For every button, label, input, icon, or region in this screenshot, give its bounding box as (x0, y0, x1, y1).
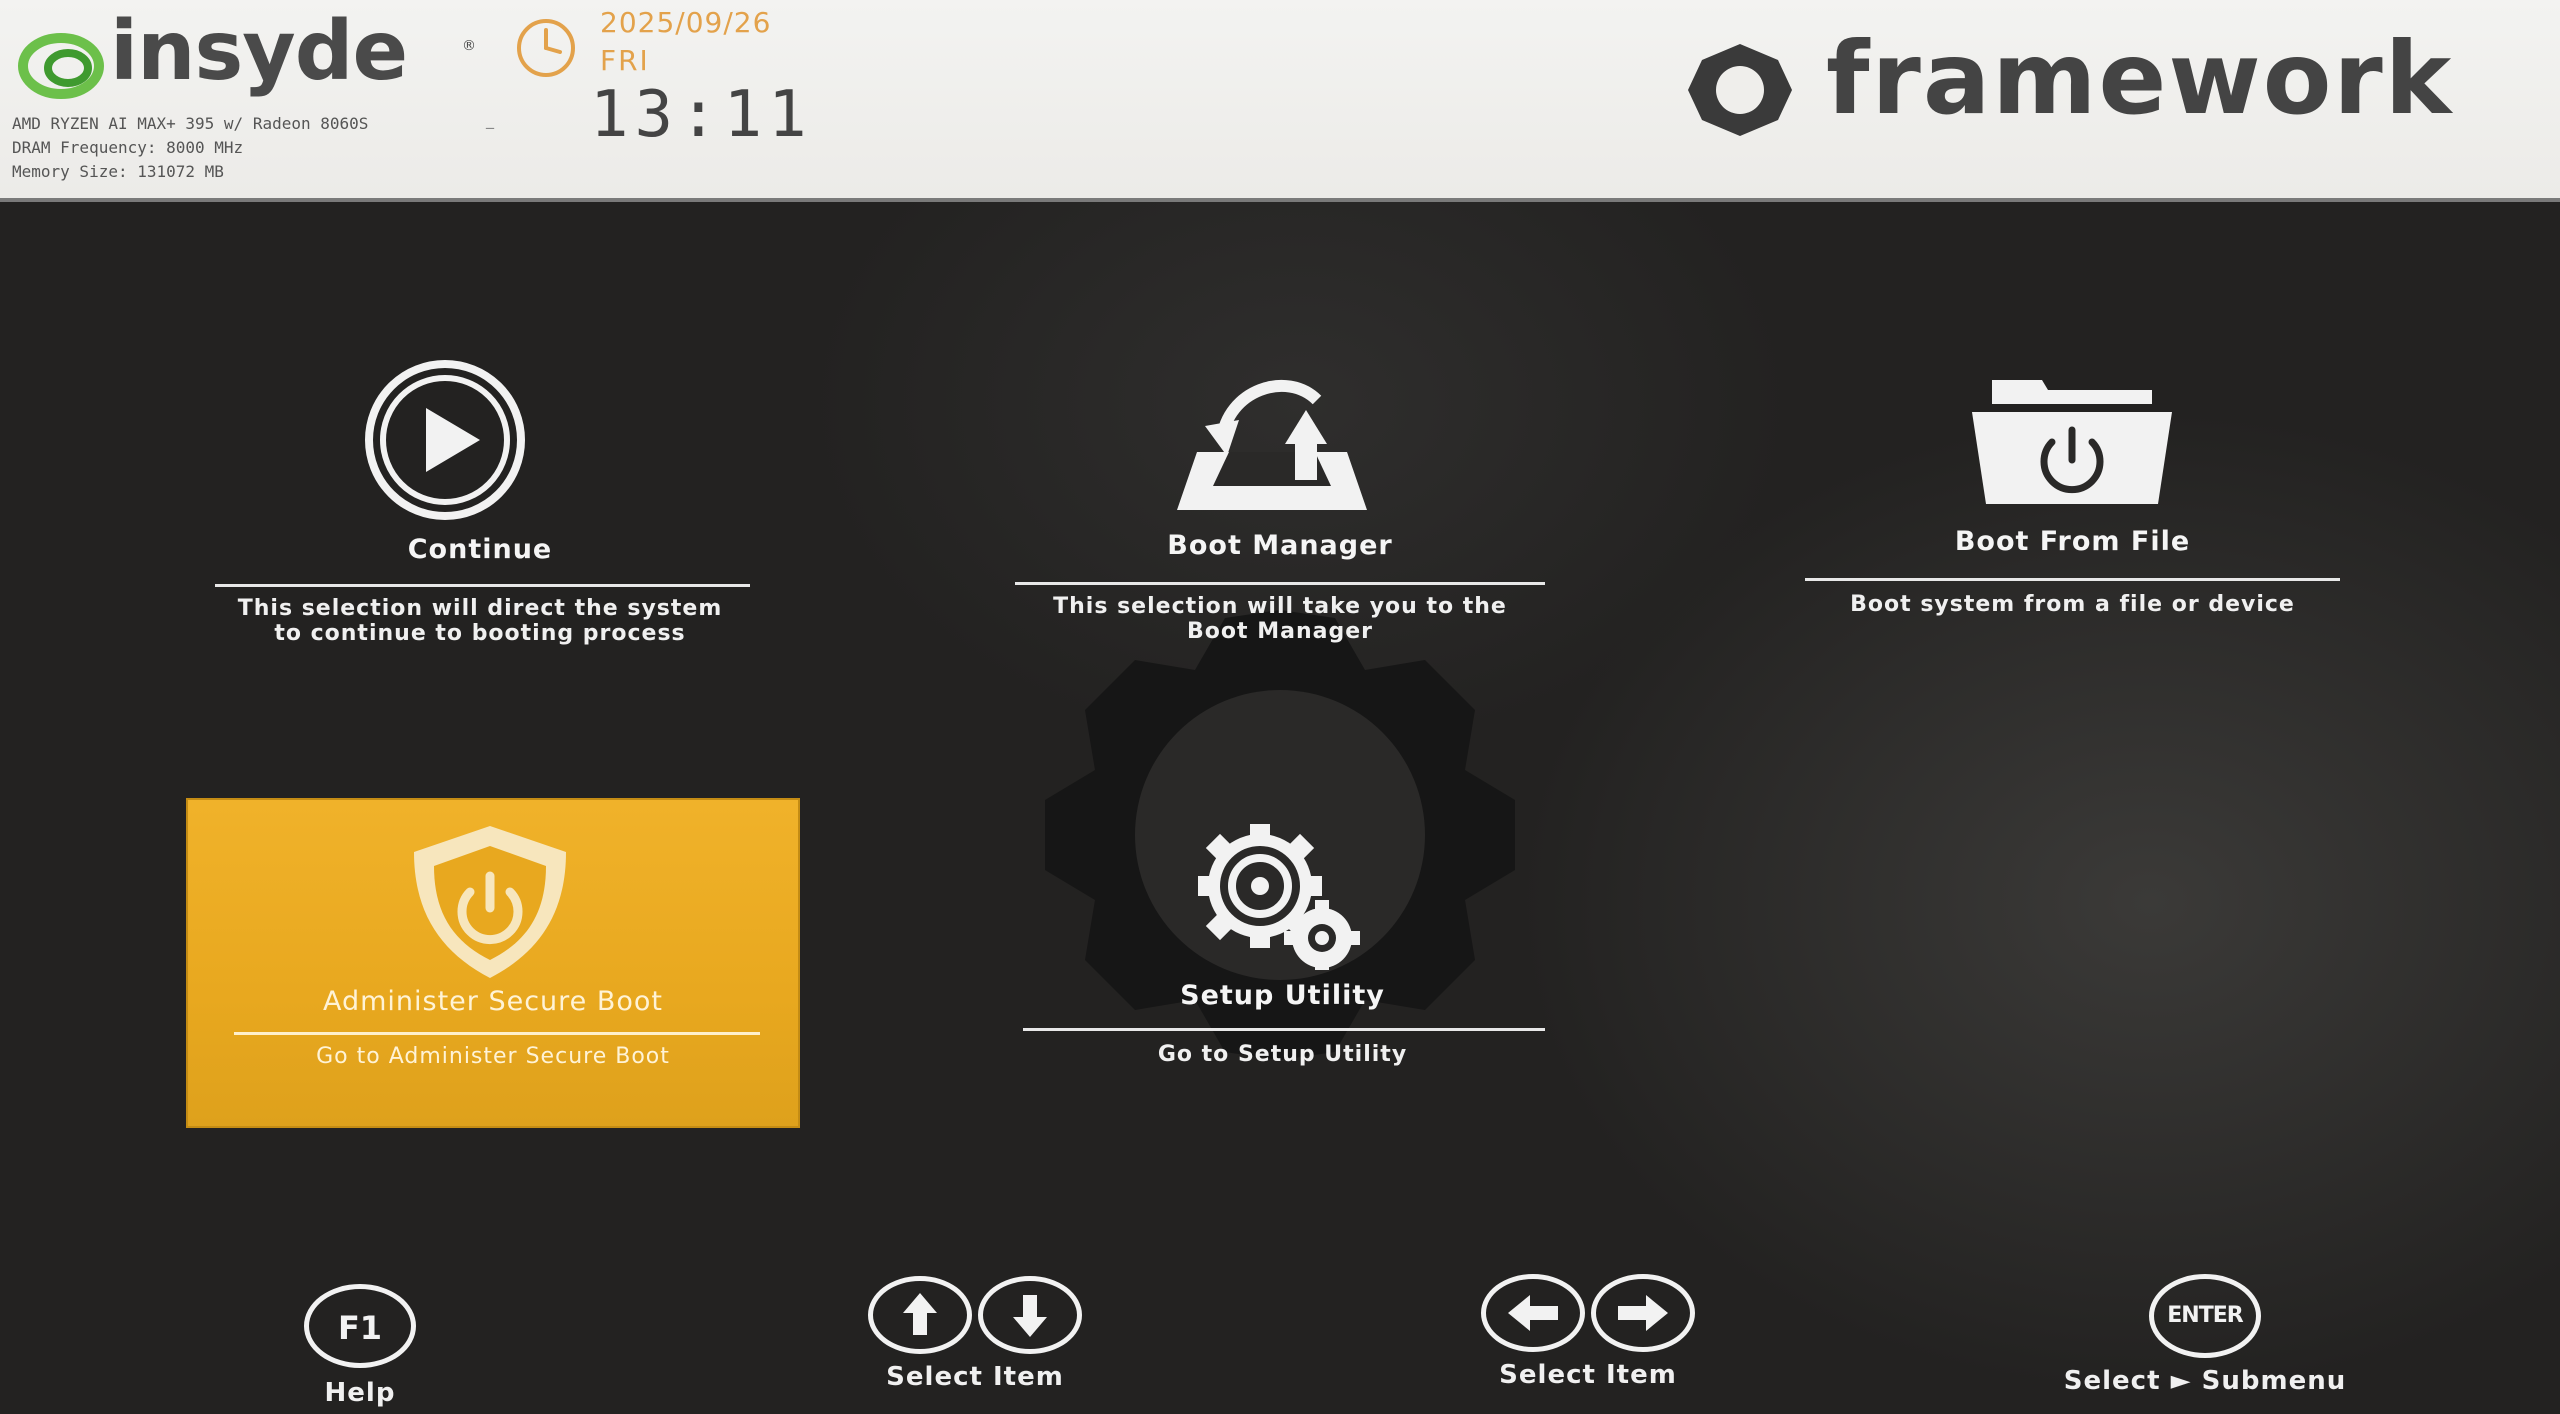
setup-utility-description-line-1: Go to Setup Utility (1157, 1042, 1408, 1067)
boot-from-file-tile[interactable]: Boot From File Boot system from a file o… (1805, 360, 2340, 660)
clock-icon (517, 19, 575, 77)
boot-manager-tile[interactable]: Boot Manager This selection will take yo… (1015, 360, 1545, 660)
setup-utility-description: Go to Setup Utility (1020, 1042, 1545, 1067)
select-item-vertical-label: Select Item (886, 1362, 1064, 1392)
registered-mark: ® (462, 38, 476, 54)
arrow-left-icon (1508, 1295, 1558, 1331)
time-display: 13:11 (590, 78, 813, 152)
select-item-horizontal-label: Select Item (1499, 1360, 1677, 1390)
day-display: FRI (600, 44, 650, 77)
administer-secure-boot-description-line-1: Go to Administer Secure Boot (316, 1044, 670, 1069)
select-item-horizontal-hint[interactable]: Select Item (1468, 1274, 1708, 1390)
enter-key[interactable]: ENTER (2149, 1274, 2261, 1358)
header-bar: insyde ® AMD RYZEN AI MAX+ 395 w/ Radeon… (0, 0, 2560, 202)
continue-tile[interactable]: Continue This selection will direct the … (210, 360, 750, 660)
continue-title: Continue (407, 534, 553, 565)
enter-hint[interactable]: ENTER Select ► Submenu (2040, 1274, 2370, 1396)
shield-power-icon (414, 826, 566, 978)
arrow-down-key[interactable] (978, 1276, 1082, 1354)
boot-manager-description: This selection will take you to the Boot… (1015, 594, 1545, 644)
gears-icon (1198, 824, 1360, 970)
setup-utility-tile[interactable]: Setup Utility Go to Setup Utility (1020, 820, 1545, 1090)
continue-description-line-2: to continue to booting process (274, 621, 686, 646)
enter-label: Select ► Submenu (2063, 1366, 2347, 1396)
boot-manager-description-line-1: This selection will take you to the (1053, 594, 1507, 619)
continue-description: This selection will direct the system to… (210, 596, 750, 646)
arrow-down-icon (1013, 1295, 1047, 1337)
framework-wordmark: framework (1826, 20, 2454, 137)
arrow-right-key[interactable] (1591, 1274, 1695, 1352)
administer-secure-boot-description: Go to Administer Secure Boot (188, 1044, 798, 1069)
boot-from-file-title: Boot From File (1954, 526, 2191, 557)
administer-secure-boot-divider (234, 1032, 760, 1035)
play-icon (365, 360, 525, 520)
setup-utility-divider (1023, 1028, 1545, 1031)
system-info-trail: _ (486, 110, 494, 129)
boot-manager-divider (1015, 582, 1545, 585)
arrow-left-key[interactable] (1481, 1274, 1585, 1352)
boot-manager-title: Boot Manager (1167, 530, 1393, 561)
boot-manager-icon (1177, 379, 1367, 510)
date-display: 2025/09/26 (600, 6, 772, 39)
administer-secure-boot-tile[interactable]: Administer Secure Boot Go to Administer … (188, 800, 798, 1126)
memory-size: Memory Size: 131072 MB (12, 162, 224, 181)
arrow-up-icon (903, 1293, 937, 1335)
continue-divider (215, 584, 750, 587)
system-info: AMD RYZEN AI MAX+ 395 w/ Radeon 8060S DR… (12, 112, 368, 184)
insyde-wordmark: insyde (110, 4, 408, 99)
boot-from-file-description: Boot system from a file or device (1805, 592, 2340, 617)
help-label: Help (324, 1378, 396, 1408)
enter-key-label: ENTER (2167, 1303, 2243, 1328)
dram-frequency: DRAM Frequency: 8000 MHz (12, 138, 244, 157)
select-item-vertical-hint[interactable]: Select Item (855, 1276, 1095, 1392)
boot-from-file-description-line-1: Boot system from a file or device (1850, 592, 2295, 617)
cpu-info: AMD RYZEN AI MAX+ 395 w/ Radeon 8060S (12, 114, 369, 133)
setup-utility-title: Setup Utility (1180, 980, 1385, 1011)
arrow-up-key[interactable] (868, 1276, 972, 1354)
framework-gear-icon (1688, 44, 1792, 136)
insyde-swirl-icon (18, 33, 104, 99)
boot-manager-description-line-2: Boot Manager (1187, 619, 1373, 644)
arrow-right-icon (1618, 1295, 1668, 1331)
insyde-logo: insyde ® (18, 4, 476, 102)
folder-power-icon (1972, 380, 2172, 504)
boot-from-file-divider (1805, 578, 2340, 581)
f1-key-label: F1 (337, 1309, 383, 1347)
administer-secure-boot-title: Administer Secure Boot (322, 986, 664, 1017)
f1-key[interactable]: F1 (304, 1284, 416, 1368)
help-hint[interactable]: F1 Help (290, 1284, 430, 1408)
boot-menu-area: Continue This selection will direct the … (0, 202, 2560, 1414)
continue-description-line-1: This selection will direct the system (237, 596, 723, 621)
